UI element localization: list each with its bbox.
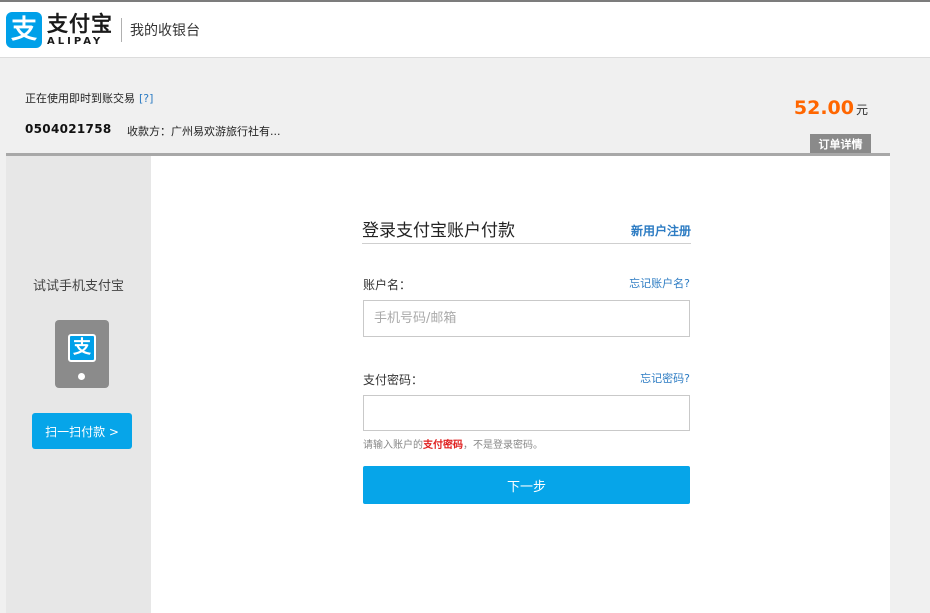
transaction-type-text: 正在使用即时到账交易 — [25, 92, 135, 105]
amount-value: 52.00 — [793, 97, 854, 119]
order-number: 0504021758 — [25, 122, 112, 136]
currency-unit: 元 — [855, 103, 868, 117]
password-label: 支付密码： — [363, 373, 424, 387]
login-panel: 登录支付宝账户付款 新用户注册 账户名： 忘记账户名? 支付密码： 忘记密码? … — [151, 156, 890, 613]
logo-english-name: ALIPAY — [47, 35, 104, 47]
account-label: 账户名： — [363, 278, 412, 292]
hint-prefix: 请输入账户的 — [363, 440, 423, 451]
logo-chinese-name: 支付宝 — [47, 11, 113, 36]
hint-suffix: ，不是登录密码。 — [463, 440, 543, 451]
forgot-password-link[interactable]: 忘记密码? — [640, 370, 690, 386]
forgot-account-link[interactable]: 忘记账户名? — [629, 275, 690, 291]
password-hint: 请输入账户的支付密码，不是登录密码。 — [363, 436, 543, 451]
hint-emphasis: 支付密码 — [423, 440, 463, 451]
phone-home-button-icon — [78, 373, 85, 380]
order-summary: 正在使用即时到账交易 [?] 0504021758 收款方：广州易欢游旅行社有..… — [0, 59, 890, 154]
register-link[interactable]: 新用户注册 — [631, 222, 691, 239]
logo-separator — [121, 18, 122, 42]
account-input[interactable] — [363, 300, 690, 337]
order-amount: 52.00 元 — [794, 97, 868, 119]
mobile-pay-title: 试试手机支付宝 — [32, 279, 124, 294]
alipay-logo[interactable]: 支 支付宝 ALIPAY 我的收银台 — [6, 12, 200, 48]
alipay-app-icon: 支 — [68, 334, 96, 362]
cashier-subtitle: 我的收银台 — [130, 23, 200, 39]
logo-wordmark: 支付宝 ALIPAY — [47, 11, 113, 47]
mobile-pay-panel: 试试手机支付宝 支 扫一扫付款 > — [6, 156, 151, 613]
top-bar: 支 支付宝 ALIPAY 我的收银台 — [0, 0, 930, 58]
phone-icon: 支 — [55, 320, 109, 388]
right-margin — [890, 59, 930, 613]
payment-password-input[interactable] — [363, 395, 690, 431]
login-form-header: 登录支付宝账户付款 新用户注册 — [362, 216, 691, 244]
scan-to-pay-button[interactable]: 扫一扫付款 > — [32, 413, 132, 449]
help-link[interactable]: [?] — [139, 92, 153, 105]
next-step-button[interactable]: 下一步 — [363, 466, 690, 504]
transaction-type: 正在使用即时到账交易 [?] — [25, 90, 153, 106]
alipay-logo-icon: 支 — [6, 12, 42, 48]
login-form-title: 登录支付宝账户付款 — [362, 221, 515, 241]
order-detail-button[interactable]: 订单详情 — [810, 134, 871, 154]
payee-name: 收款方：广州易欢游旅行社有... — [127, 125, 281, 138]
